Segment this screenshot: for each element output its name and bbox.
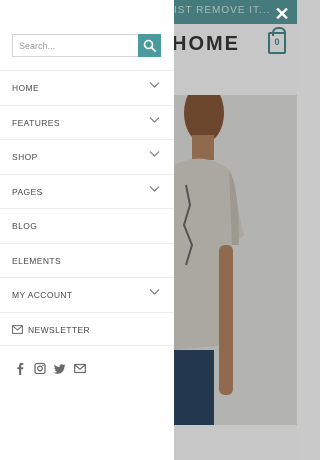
menu-item-newsletter[interactable]: NEWSLETTER [0,311,174,346]
facebook-icon[interactable] [14,362,26,375]
close-menu-button[interactable]: ✕ [272,4,292,24]
search-icon [143,39,156,52]
menu-item-shop[interactable]: SHOP [0,139,174,174]
menu-item-my-account[interactable]: MY ACCOUNT [0,277,174,312]
menu-item-features[interactable]: FEATURES [0,104,174,140]
twitter-icon[interactable] [54,362,66,375]
chevron-down-icon[interactable] [149,81,160,89]
menu-nav: HOME FEATURES SHOP PAGES BLOG ELEMENTS M… [0,70,174,346]
menu-item-pages[interactable]: PAGES [0,173,174,209]
menu-item-elements[interactable]: ELEMENTS [0,242,174,278]
menu-item-blog[interactable]: BLOG [0,208,174,243]
envelope-icon [12,324,23,334]
menu-item-label: PAGES [12,186,43,197]
menu-item-label: FEATURES [12,117,60,128]
instagram-icon[interactable] [34,362,46,375]
menu-item-label: HOME [12,83,40,93]
menu-item-label: NEWSLETTER [28,324,91,335]
chevron-down-icon[interactable] [149,288,160,296]
chevron-down-icon[interactable] [149,150,160,158]
menu-item-label: SHOP [12,152,38,162]
email-icon[interactable] [74,362,86,375]
search-button[interactable] [138,34,161,57]
menu-item-home[interactable]: HOME [0,70,174,105]
chevron-down-icon[interactable] [149,116,160,124]
menu-item-label: ELEMENTS [12,255,62,266]
menu-item-label: BLOG [12,221,38,231]
search-input[interactable] [12,34,138,57]
mobile-menu: HOME FEATURES SHOP PAGES BLOG ELEMENTS M… [0,0,174,460]
search-form [12,34,161,57]
menu-item-label: MY ACCOUNT [12,290,73,300]
chevron-down-icon[interactable] [149,185,160,193]
